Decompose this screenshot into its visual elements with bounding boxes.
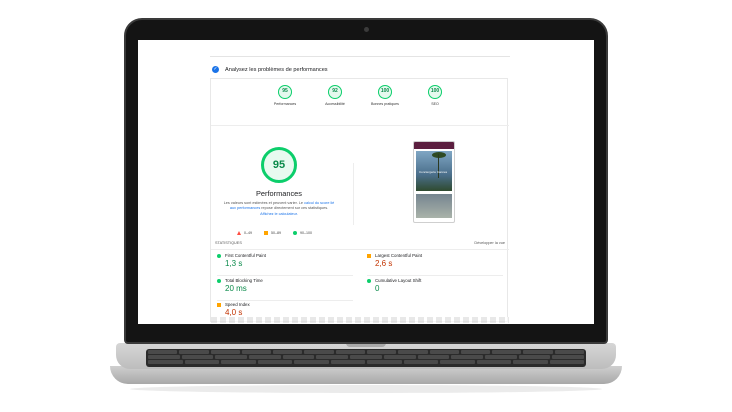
square-icon <box>264 231 268 235</box>
circle-icon <box>293 231 297 235</box>
desc-text: repose directement sur ces statistiques. <box>260 206 329 211</box>
square-icon <box>367 253 371 258</box>
legend-good: 90–100 <box>293 231 312 235</box>
gauge-bonnes-pratiques[interactable]: 100 Bonnes pratiques <box>369 85 401 121</box>
gauge-score: 95 <box>278 85 292 99</box>
square-icon <box>217 302 221 307</box>
metric-name: Cumulative Layout Shift <box>375 278 422 283</box>
circle-icon <box>367 278 371 283</box>
analyse-label: Analysez les problèmes de performances <box>225 66 328 73</box>
performance-score-gauge: 95 <box>261 147 297 183</box>
metric-tbt: Total Blocking Time 20 ms <box>217 278 347 293</box>
gauge-label: SEO <box>431 102 439 106</box>
keyboard <box>146 349 586 367</box>
calculator-link[interactable]: Affichez le calculateur. <box>260 212 298 216</box>
laptop-lid: ✓ Analysez les problèmes de performances… <box>124 18 608 344</box>
laptop-mockup: ✓ Analysez les problèmes de performances… <box>0 0 732 412</box>
legend-label: 0–49 <box>244 231 252 235</box>
gauge-label: Accessibilité <box>325 102 345 106</box>
legend-poor: 0–49 <box>237 231 252 235</box>
metric-value: 1,3 s <box>225 259 243 268</box>
metric-name: First Contentful Paint <box>225 253 266 258</box>
camera-icon <box>364 27 369 32</box>
performance-title: Performances <box>255 189 302 198</box>
screenshot-image <box>416 194 452 218</box>
metric-value: 0 <box>375 284 380 293</box>
metric-value: 4,0 s <box>225 308 243 317</box>
gauge-score: 100 <box>428 85 442 99</box>
legend-label: 90–100 <box>300 231 312 235</box>
analyse-toggle[interactable]: ✓ Analysez les problèmes de performances <box>212 66 328 73</box>
legend-label: 50–89 <box>271 231 281 235</box>
screenshot-header <box>414 142 454 149</box>
score-legend: 0–49 50–89 90–100 <box>237 231 312 235</box>
divider <box>211 249 509 250</box>
metric-name: Total Blocking Time <box>225 278 263 283</box>
legend-average: 50–89 <box>264 231 281 235</box>
laptop-screen: ✓ Analysez les problèmes de performances… <box>138 40 594 324</box>
gauge-label: Performances <box>273 102 297 106</box>
metric-lcp: Largest Contentful Paint 2,6 s <box>367 253 497 268</box>
lighthouse-report: 95 Performances 92 Accessibilité 100 Bon… <box>210 78 509 323</box>
metric-name: Speed Index <box>225 302 250 307</box>
gauge-label: Bonnes pratiques <box>371 102 399 106</box>
stats-header: STATISTIQUES Développer la vue <box>215 241 505 245</box>
palm-tree-icon <box>432 152 446 158</box>
page-screenshot[interactable]: Conciergerie Cannes <box>413 141 455 223</box>
circle-icon <box>217 278 221 283</box>
expand-view-toggle[interactable]: Développer la vue <box>474 241 505 245</box>
stats-heading: STATISTIQUES <box>215 241 242 245</box>
metric-cls: Cumulative Layout Shift 0 <box>367 278 497 293</box>
category-gauges: 95 Performances 92 Accessibilité 100 Bon… <box>211 85 509 121</box>
performance-description: Les valeurs sont estimées et peuvent var… <box>223 201 335 217</box>
laptop-base <box>116 343 616 369</box>
checkmark-icon: ✓ <box>212 66 219 73</box>
desc-text: Les valeurs sont estimées et peuvent var… <box>223 201 305 205</box>
divider <box>217 275 353 276</box>
screenshot-hero-image: Conciergerie Cannes <box>416 151 452 191</box>
laptop-shadow <box>130 385 602 393</box>
gauge-seo[interactable]: 100 SEO <box>419 85 451 121</box>
gauge-score: 100 <box>378 85 392 99</box>
metric-fcp: First Contentful Paint 1,3 s <box>217 253 347 268</box>
filmstrip <box>211 317 509 323</box>
divider <box>217 300 353 301</box>
gauge-performances[interactable]: 95 Performances <box>269 85 301 121</box>
divider <box>353 163 354 225</box>
gauge-accessibilite[interactable]: 92 Accessibilité <box>319 85 351 121</box>
divider <box>211 125 509 126</box>
divider <box>210 56 510 57</box>
screenshot-caption: Conciergerie Cannes <box>419 170 448 174</box>
metric-name: Largest Contentful Paint <box>375 253 423 258</box>
gauge-score: 92 <box>328 85 342 99</box>
triangle-icon <box>237 231 241 235</box>
circle-icon <box>217 253 221 258</box>
metric-value: 20 ms <box>225 284 247 293</box>
metric-speed-index: Speed Index 4,0 s <box>217 302 347 317</box>
metric-value: 2,6 s <box>375 259 393 268</box>
divider <box>367 275 503 276</box>
